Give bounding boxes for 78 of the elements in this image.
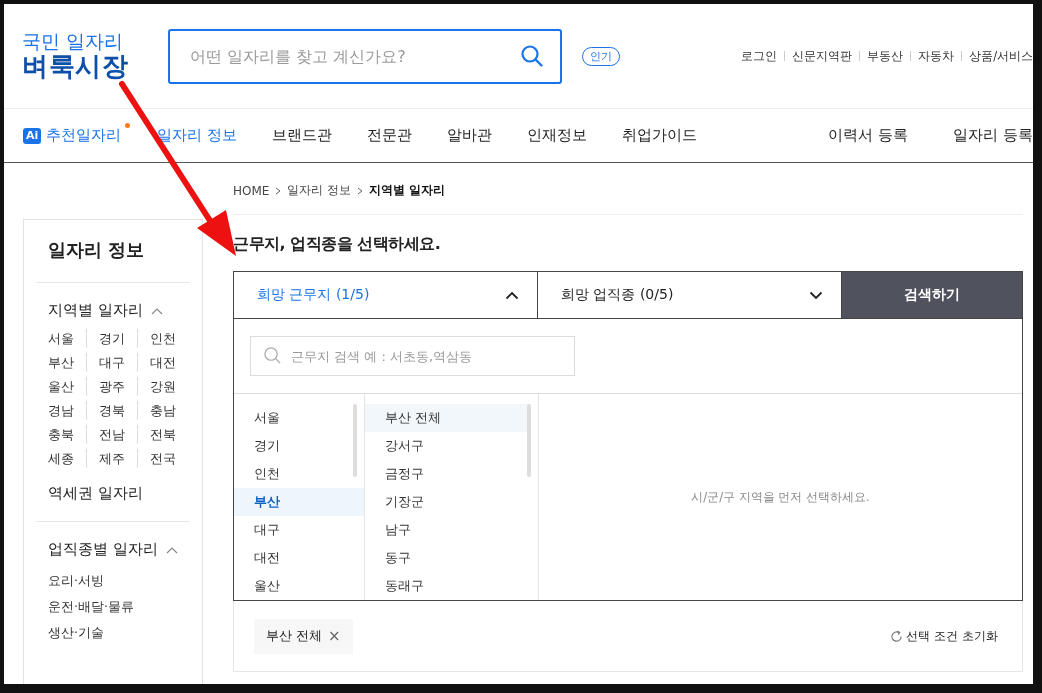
- district-option[interactable]: 부산 전체: [365, 404, 530, 432]
- refresh-icon: [890, 629, 904, 643]
- region-link[interactable]: 서울: [48, 329, 87, 348]
- region-option[interactable]: 서울: [234, 404, 364, 432]
- region-link[interactable]: 경남: [48, 401, 87, 420]
- region-option[interactable]: 대구: [234, 516, 364, 544]
- region-link[interactable]: 세종: [48, 449, 87, 468]
- scrollbar[interactable]: [527, 404, 531, 477]
- hint-text: 시/군/구 지역을 먼저 선택하세요.: [691, 489, 870, 505]
- district-option[interactable]: 강서구: [365, 432, 530, 460]
- district-option[interactable]: 동구: [365, 544, 530, 572]
- region-link[interactable]: 경북: [99, 401, 138, 420]
- category-link[interactable]: 요리·서빙: [48, 573, 188, 590]
- chevron-icon: [505, 290, 519, 300]
- region-link[interactable]: 강원: [150, 377, 188, 396]
- sidebar-title: 일자리 정보: [36, 220, 190, 283]
- region-link[interactable]: 부산: [48, 353, 87, 372]
- location-search-field[interactable]: 근무지 검색 예 : 서초동,역삼동: [250, 336, 575, 376]
- region-option[interactable]: 부산: [234, 488, 364, 516]
- nav-tab[interactable]: 알바관: [447, 126, 493, 145]
- ai-recommend-tab[interactable]: Ai 추천일자리: [23, 126, 122, 145]
- nav-link[interactable]: 이력서 등록: [828, 126, 909, 145]
- category-link[interactable]: 운전·배달·물류: [48, 599, 188, 616]
- region-link[interactable]: 울산: [48, 377, 87, 396]
- section-title[interactable]: 업직종별 일자리: [48, 540, 158, 559]
- region-link[interactable]: 경기: [99, 329, 138, 348]
- district-option[interactable]: 동래구: [365, 572, 530, 600]
- region-option[interactable]: 울산: [234, 572, 364, 600]
- top-link[interactable]: 상품/서비스: [969, 48, 1033, 64]
- region-link[interactable]: 충북: [48, 425, 87, 444]
- category-link[interactable]: 생산·기술: [48, 625, 188, 642]
- chevron-icon: [809, 290, 823, 300]
- logo-subtitle[interactable]: 국민 일자리: [22, 31, 124, 53]
- region-link[interactable]: 광주: [99, 377, 138, 396]
- search-icon: [263, 346, 282, 365]
- top-link[interactable]: 로그인: [741, 48, 778, 64]
- region-option[interactable]: 대전: [234, 544, 364, 572]
- district-option[interactable]: 기장군: [365, 488, 530, 516]
- breadcrumb-link[interactable]: HOME: [233, 183, 270, 198]
- nav-tab[interactable]: 취업가이드: [622, 126, 698, 145]
- top-link[interactable]: 자동차: [918, 48, 955, 64]
- region-link[interactable]: 대구: [99, 353, 138, 372]
- region-link[interactable]: 전국: [150, 449, 188, 468]
- region-link[interactable]: 전북: [150, 425, 188, 444]
- breadcrumb-link[interactable]: 일자리 정보: [287, 182, 352, 199]
- nav-link[interactable]: 일자리 등록: [953, 126, 1033, 145]
- section-title[interactable]: 역세권 일자리: [48, 484, 143, 503]
- tag-label: 부산 전체: [266, 627, 322, 645]
- remove-button[interactable]: ×: [328, 628, 341, 644]
- logo-title[interactable]: 벼룩시장: [22, 52, 128, 81]
- top-link[interactable]: 신문지역판: [792, 48, 853, 64]
- scrollbar[interactable]: [353, 404, 357, 477]
- district-option[interactable]: 남구: [365, 516, 530, 544]
- reset-button[interactable]: 선택 조건 초기화: [884, 626, 1004, 646]
- search-icon[interactable]: [520, 43, 544, 68]
- search-field[interactable]: 어떤 일자리를 찾고 계신가요?: [168, 28, 562, 84]
- nav-tab[interactable]: 전문관: [367, 126, 413, 145]
- ai-badge: Ai: [23, 127, 42, 144]
- section-title[interactable]: 지역별 일자리: [48, 301, 143, 320]
- search-button[interactable]: 검색하기: [842, 272, 1022, 318]
- chevron-icon[interactable]: [150, 306, 163, 315]
- section-heading: 근무지, 업직종을 선택하세요.: [233, 234, 442, 255]
- breadcrumb-link[interactable]: 지역별 일자리: [369, 182, 446, 199]
- nav-tab[interactable]: 일자리 정보: [157, 126, 238, 145]
- region-option[interactable]: 경기: [234, 432, 364, 460]
- chevron-icon[interactable]: [165, 545, 178, 554]
- region-option[interactable]: 인천: [234, 460, 364, 488]
- top-link[interactable]: 부동산: [867, 48, 904, 64]
- district-option[interactable]: 금정구: [365, 460, 530, 488]
- breadcrumb-separator-icon: [357, 186, 364, 195]
- region-link[interactable]: 전남: [99, 425, 138, 444]
- region-link[interactable]: 인천: [150, 329, 188, 348]
- nav-tab[interactable]: 브랜드관: [272, 126, 333, 145]
- nav-tab[interactable]: 인재정보: [527, 126, 588, 145]
- region-link[interactable]: 충남: [150, 401, 188, 420]
- region-link[interactable]: 제주: [99, 449, 138, 468]
- breadcrumb-separator-icon: [275, 186, 282, 195]
- region-link[interactable]: 대전: [150, 353, 188, 372]
